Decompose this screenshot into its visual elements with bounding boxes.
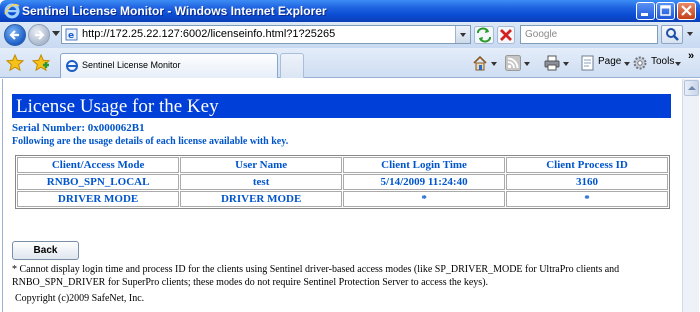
footnote: * Cannot display login time and process …	[12, 264, 620, 288]
forward-nav-button[interactable]	[28, 24, 50, 46]
page-title: License Usage for the Key	[16, 96, 219, 117]
url-text[interactable]: http://172.25.22.127:6002/licenseinfo.ht…	[82, 28, 335, 40]
print-dropdown[interactable]	[563, 62, 569, 66]
column-header: Client Process ID	[506, 157, 668, 173]
tab-label: Sentinel License Monitor	[82, 60, 181, 70]
search-button[interactable]	[661, 25, 683, 44]
table-row: DRIVER MODE DRIVER MODE * *	[17, 191, 668, 207]
serial-number: Serial Number: 0x000062B1	[12, 122, 145, 134]
table-cell: DRIVER MODE	[180, 191, 343, 207]
table-cell: *	[506, 191, 668, 207]
maximize-icon	[660, 5, 671, 16]
refresh-icon[interactable]	[474, 26, 494, 44]
minimize-button[interactable]	[636, 2, 655, 20]
home-dropdown[interactable]	[491, 62, 497, 66]
page-menu-label[interactable]: Page	[598, 56, 621, 67]
minimize-icon	[641, 13, 648, 16]
address-dropdown-button[interactable]	[455, 26, 470, 43]
copyright: Copyright (c)2009 SafeNet, Inc.	[15, 293, 145, 304]
tools-gear-icon[interactable]	[632, 55, 648, 71]
search-options-dropdown[interactable]	[687, 32, 693, 36]
scroll-up-arrow-icon[interactable]	[684, 80, 699, 96]
address-toolbar: e http://172.25.22.127:6002/licenseinfo.…	[0, 22, 700, 48]
page-subtitle: Following are the usage details of each …	[12, 136, 289, 147]
address-bar[interactable]: e http://172.25.22.127:6002/licenseinfo.…	[61, 25, 471, 44]
page-menu-icon[interactable]	[580, 55, 596, 71]
favorites-star-icon[interactable]	[6, 54, 24, 72]
close-icon	[681, 5, 692, 16]
tools-menu-label[interactable]: Tools	[651, 56, 674, 67]
more-commands-chevron-icon[interactable]: »	[688, 50, 694, 62]
table-row: RNBO_SPN_LOCAL test 5/14/2009 11:24:40 3…	[17, 174, 668, 190]
add-favorite-icon[interactable]	[32, 54, 50, 72]
license-usage-table: Client/Access Mode User Name Client Logi…	[15, 155, 670, 209]
close-button[interactable]	[677, 2, 696, 20]
tab-command-bar: Sentinel License Monitor Page Tools »	[0, 48, 700, 78]
table-cell: 5/14/2009 11:24:40	[343, 174, 506, 190]
column-header: User Name	[180, 157, 343, 173]
forward-arrow-icon	[35, 30, 45, 40]
feeds-dropdown[interactable]	[524, 62, 530, 66]
tools-menu-dropdown[interactable]	[675, 62, 681, 66]
new-tab-button[interactable]	[280, 53, 304, 78]
rss-feed-icon[interactable]	[505, 55, 521, 71]
recent-pages-dropdown[interactable]	[52, 31, 60, 36]
window-title: Sentinel License Monitor - Windows Inter…	[22, 4, 327, 18]
svg-text:e: e	[68, 31, 74, 41]
table-cell: RNBO_SPN_LOCAL	[17, 174, 180, 190]
table-cell: DRIVER MODE	[17, 191, 180, 207]
vertical-scrollbar[interactable]	[682, 79, 699, 312]
table-cell: 3160	[506, 174, 668, 190]
back-arrow-icon	[9, 30, 19, 40]
search-input[interactable]: Google	[520, 25, 658, 44]
stop-icon[interactable]	[497, 26, 515, 44]
internet-explorer-icon	[4, 3, 20, 19]
search-placeholder: Google	[525, 29, 558, 40]
home-icon[interactable]	[472, 55, 488, 71]
page-heading-bar: License Usage for the Key	[12, 94, 671, 118]
table-cell: test	[180, 174, 343, 190]
page-icon	[66, 60, 78, 72]
column-header: Client Login Time	[343, 157, 506, 173]
page-icon: e	[65, 28, 78, 41]
column-header: Client/Access Mode	[17, 157, 180, 173]
page-menu-dropdown[interactable]	[624, 62, 630, 66]
search-icon	[666, 28, 679, 41]
back-button[interactable]: Back	[12, 241, 79, 260]
print-icon[interactable]	[544, 55, 560, 71]
page-content: License Usage for the Key Serial Number:…	[2, 79, 682, 312]
maximize-button[interactable]	[656, 2, 675, 20]
back-nav-button[interactable]	[4, 24, 26, 46]
window-titlebar: Sentinel License Monitor - Windows Inter…	[0, 0, 700, 22]
tab-sentinel-license-monitor[interactable]: Sentinel License Monitor	[60, 53, 278, 78]
table-cell: *	[343, 191, 506, 207]
table-header-row: Client/Access Mode User Name Client Logi…	[17, 157, 668, 173]
